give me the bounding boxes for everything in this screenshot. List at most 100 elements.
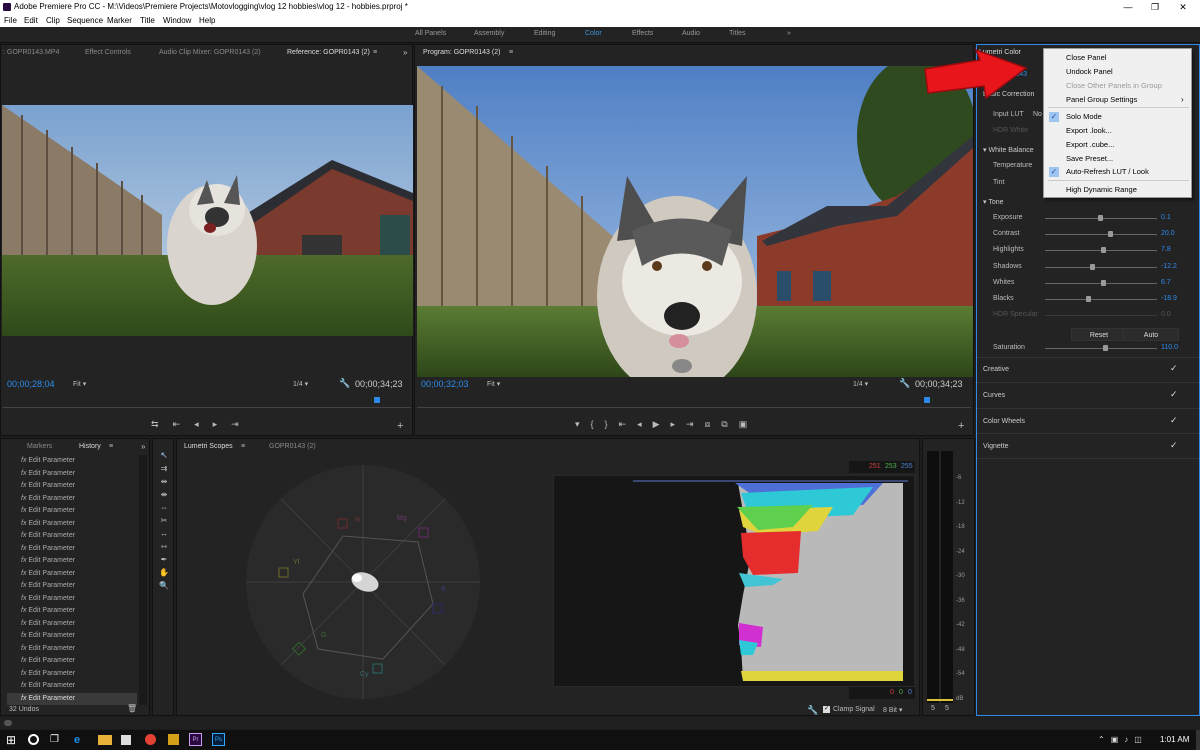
reference-fit-select[interactable]: Fit ▾ [73, 380, 86, 388]
reference-time-ruler[interactable] [3, 402, 411, 408]
hand-tool-icon[interactable]: ✋ [158, 566, 170, 579]
program-ratio-select[interactable]: 1/4 ▾ [853, 380, 868, 388]
whites-slider-handle[interactable] [1101, 280, 1106, 286]
tab-program[interactable]: Program: GOPR0143 (2) [423, 49, 500, 56]
saturation-slider[interactable] [1045, 348, 1157, 349]
history-list-item[interactable]: fx Edit Parameter [7, 518, 137, 530]
reference-timecode-current[interactable]: 00;00;28;04 [7, 379, 55, 389]
history-list-item[interactable]: fx Edit Parameter [7, 468, 137, 480]
store-icon[interactable] [121, 735, 131, 745]
history-list-item[interactable]: fx Edit Parameter [7, 530, 137, 542]
show-desktop-button[interactable] [1196, 730, 1200, 750]
tone-header[interactable]: ▾ Tone [983, 198, 1004, 206]
history-list-item[interactable]: fx Edit Parameter [7, 493, 137, 505]
tab-markers[interactable]: Markers [27, 443, 52, 450]
workspace-effects[interactable]: Effects [632, 30, 653, 37]
history-list-item[interactable]: fx Edit Parameter [7, 643, 137, 655]
panel-menu-icon[interactable]: ≡ [109, 443, 113, 450]
tab-sequence[interactable]: GOPR0143 (2) [269, 443, 316, 450]
vignette-section-header[interactable]: Vignette [983, 443, 1009, 450]
panel-menu-icon[interactable]: ≡ [241, 443, 245, 450]
menu-item-undock-panel[interactable]: Undock Panel [1066, 66, 1113, 78]
history-list-item[interactable]: fx Edit Parameter [7, 455, 137, 467]
history-list-item[interactable]: fx Edit Parameter [7, 630, 137, 642]
menu-marker[interactable]: Marker [107, 14, 132, 27]
reference-transport-controls[interactable]: ⇆⇤◂▸⇥ [151, 419, 253, 430]
tab-lumetri-scopes[interactable]: Lumetri Scopes [184, 443, 233, 450]
history-list-item[interactable]: fx Edit Parameter [7, 568, 137, 580]
history-list-item[interactable]: fx Edit Parameter [7, 580, 137, 592]
slip-tool-icon[interactable]: ↔ [158, 527, 170, 540]
file-explorer-icon[interactable] [98, 735, 112, 745]
blacks-value[interactable]: -18.9 [1161, 295, 1177, 302]
ripple-edit-tool-icon[interactable]: ⇹ [158, 475, 170, 488]
color-wheels-section-header[interactable]: Color Wheels [983, 418, 1025, 425]
menu-sequence[interactable]: Sequence [67, 14, 103, 27]
curves-enable-checkbox[interactable]: ✓ [1170, 389, 1178, 400]
clamp-signal-checkbox[interactable]: ✓ [823, 706, 830, 713]
history-list-item[interactable]: fx Edit Parameter [7, 505, 137, 517]
saturation-slider-handle[interactable] [1103, 345, 1108, 351]
menu-file[interactable]: File [4, 14, 17, 27]
creative-section-header[interactable]: Creative [983, 366, 1009, 373]
history-list-item[interactable]: fx Edit Parameter [7, 593, 137, 605]
windows-start-icon[interactable]: ⊞ [6, 733, 20, 747]
curves-section-header[interactable]: Curves [983, 392, 1005, 399]
history-list-item[interactable]: fx Edit Parameter [7, 668, 137, 680]
menu-item-panel-group-settings[interactable]: Panel Group Settings [1066, 94, 1137, 106]
menu-item-export-cube[interactable]: Export .cube... [1066, 139, 1114, 151]
menu-edit[interactable]: Edit [24, 14, 38, 27]
panel-menu-icon[interactable]: ≡ [373, 49, 377, 56]
highlights-slider-handle[interactable] [1101, 247, 1106, 253]
slide-tool-icon[interactable]: ⇿ [158, 540, 170, 553]
edge-icon[interactable]: e [74, 733, 88, 747]
task-view-icon[interactable]: ❐ [50, 733, 64, 747]
color-wheels-enable-checkbox[interactable]: ✓ [1170, 415, 1178, 426]
wrench-icon[interactable]: 🔧 [807, 705, 818, 716]
vignette-enable-checkbox[interactable]: ✓ [1170, 440, 1178, 451]
menu-item-close-panel[interactable]: Close Panel [1066, 52, 1106, 64]
chrome-icon[interactable] [145, 734, 156, 745]
system-tray-icons[interactable]: ⌃▣♪◫ [1098, 735, 1148, 744]
blacks-slider-handle[interactable] [1086, 296, 1091, 302]
workspace-audio[interactable]: Audio [682, 30, 700, 37]
pen-tool-icon[interactable]: ✒ [158, 553, 170, 566]
taskbar-clock[interactable]: 1:01 AM [1160, 735, 1189, 744]
whites-value[interactable]: 6.7 [1161, 279, 1171, 286]
maximize-button[interactable]: ❐ [1142, 0, 1168, 14]
trash-icon[interactable]: 🗑 [127, 704, 137, 713]
cortana-icon[interactable] [28, 734, 39, 745]
history-list-item[interactable]: fx Edit Parameter [7, 555, 137, 567]
program-time-ruler[interactable] [417, 402, 971, 408]
rolling-edit-tool-icon[interactable]: ⇼ [158, 488, 170, 501]
workspace-overflow-icon[interactable]: » [787, 30, 791, 37]
razor-tool-icon[interactable]: ✂ [158, 514, 170, 527]
zoom-tool-icon[interactable]: 🔍 [158, 579, 170, 592]
menu-window[interactable]: Window [163, 14, 191, 27]
track-select-tool-icon[interactable]: ⇉ [158, 462, 170, 475]
panel-menu-icon[interactable]: ≡ [509, 49, 513, 56]
history-list-item[interactable]: fx Edit Parameter [7, 680, 137, 692]
minimize-button[interactable]: — [1115, 0, 1141, 14]
rate-stretch-tool-icon[interactable]: ⇔ [158, 501, 170, 514]
menu-item-high-dynamic-range[interactable]: High Dynamic Range [1066, 184, 1137, 196]
menu-title[interactable]: Title [140, 14, 155, 27]
workspace-titles[interactable]: Titles [729, 30, 745, 37]
program-playhead[interactable] [924, 397, 930, 403]
auto-button[interactable]: Auto [1123, 328, 1179, 341]
workspace-all-panels[interactable]: All Panels [415, 30, 446, 37]
saturation-value[interactable]: 110.0 [1161, 344, 1178, 351]
contrast-slider[interactable] [1045, 234, 1157, 235]
overflow-icon[interactable]: » [141, 442, 145, 451]
tab-audio-clip-mixer[interactable]: Audio Clip Mixer: GOPR0143 (2) [159, 49, 261, 56]
add-button[interactable]: + [397, 420, 403, 432]
reference-ratio-select[interactable]: 1/4 ▾ [293, 380, 308, 388]
add-button[interactable]: + [958, 420, 964, 432]
reset-button[interactable]: Reset [1071, 328, 1127, 341]
history-list-item[interactable]: fx Edit Parameter [7, 605, 137, 617]
menu-item-save-preset[interactable]: Save Preset... [1066, 153, 1113, 165]
selection-tool-icon[interactable]: ↖ [158, 449, 170, 462]
workspace-color[interactable]: Color [585, 30, 602, 37]
tab-history[interactable]: History [79, 443, 101, 450]
highlights-value[interactable]: 7.8 [1161, 246, 1171, 253]
